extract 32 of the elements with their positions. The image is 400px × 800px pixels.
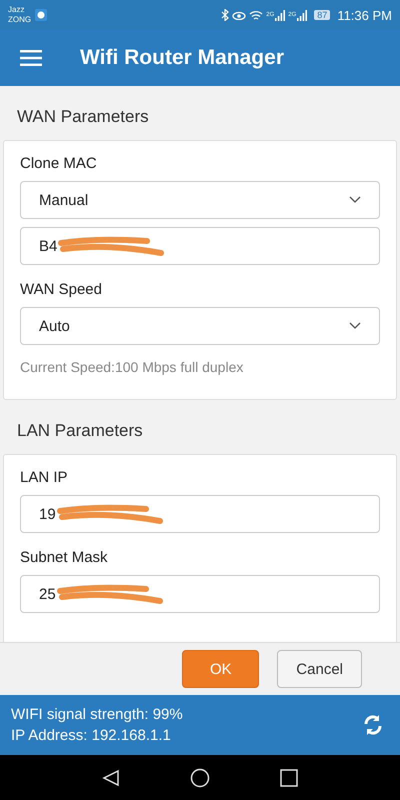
cancel-button[interactable]: Cancel [277,650,362,688]
info-text: IP Address: 192.168.1.1 [11,726,172,746]
carrier-name: Jazz [8,5,26,15]
app-title: Wifi Router Manager [80,46,284,70]
speed-note: Current Speed:100 Mbps full duplex [20,359,244,375]
input-field[interactable]: 25 [20,575,380,613]
dropdown[interactable]: Auto [20,307,380,345]
carrier-name: ZONG [8,15,32,25]
field-label: Subnet Mask [20,549,109,566]
field-label: LAN IP [20,469,69,486]
dropdown[interactable]: Manual [20,181,380,219]
bluetooth-icon [221,9,230,21]
input-field[interactable]: 19 [20,495,380,533]
chevron-icon [349,196,361,204]
field-label: WAN Speed [20,281,103,298]
signal-icon [275,10,286,20]
field-label: Clone MAC [20,155,98,172]
signal-icon [297,10,308,20]
battery-level: 87 [314,10,330,20]
refresh-icon[interactable] [362,714,384,736]
input-field[interactable]: B4 [20,227,380,265]
home-icon [190,768,210,788]
eye-icon [232,10,246,20]
clock: 11:36 PM [337,8,392,22]
section-title: WAN Parameters [16,106,150,128]
menu-icon[interactable] [20,50,42,66]
info-text: WIFI signal strength: 99% [11,705,183,725]
section-title: LAN Parameters [16,420,144,442]
wifi-icon [249,10,264,20]
back-icon [102,768,120,786]
chevron-icon [349,322,361,330]
recents-icon [280,768,298,786]
